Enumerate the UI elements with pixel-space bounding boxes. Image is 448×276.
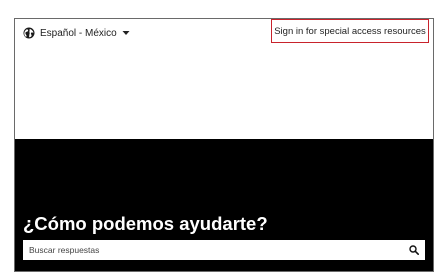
language-selector[interactable]: Español - México	[23, 24, 130, 42]
search-input[interactable]	[23, 240, 403, 260]
search-icon[interactable]	[403, 240, 425, 260]
page-frame: Español - México Sign in for special acc…	[14, 18, 434, 272]
globe-icon	[23, 27, 35, 39]
hero-banner: ¿Cómo podemos ayudarte?	[15, 139, 433, 271]
signin-link[interactable]: Sign in for special access resources	[271, 19, 429, 43]
language-label: Español - México	[40, 27, 117, 39]
search-bar	[23, 240, 425, 260]
hero-title: ¿Cómo podemos ayudarte?	[23, 213, 268, 234]
caret-down-icon	[122, 30, 130, 36]
